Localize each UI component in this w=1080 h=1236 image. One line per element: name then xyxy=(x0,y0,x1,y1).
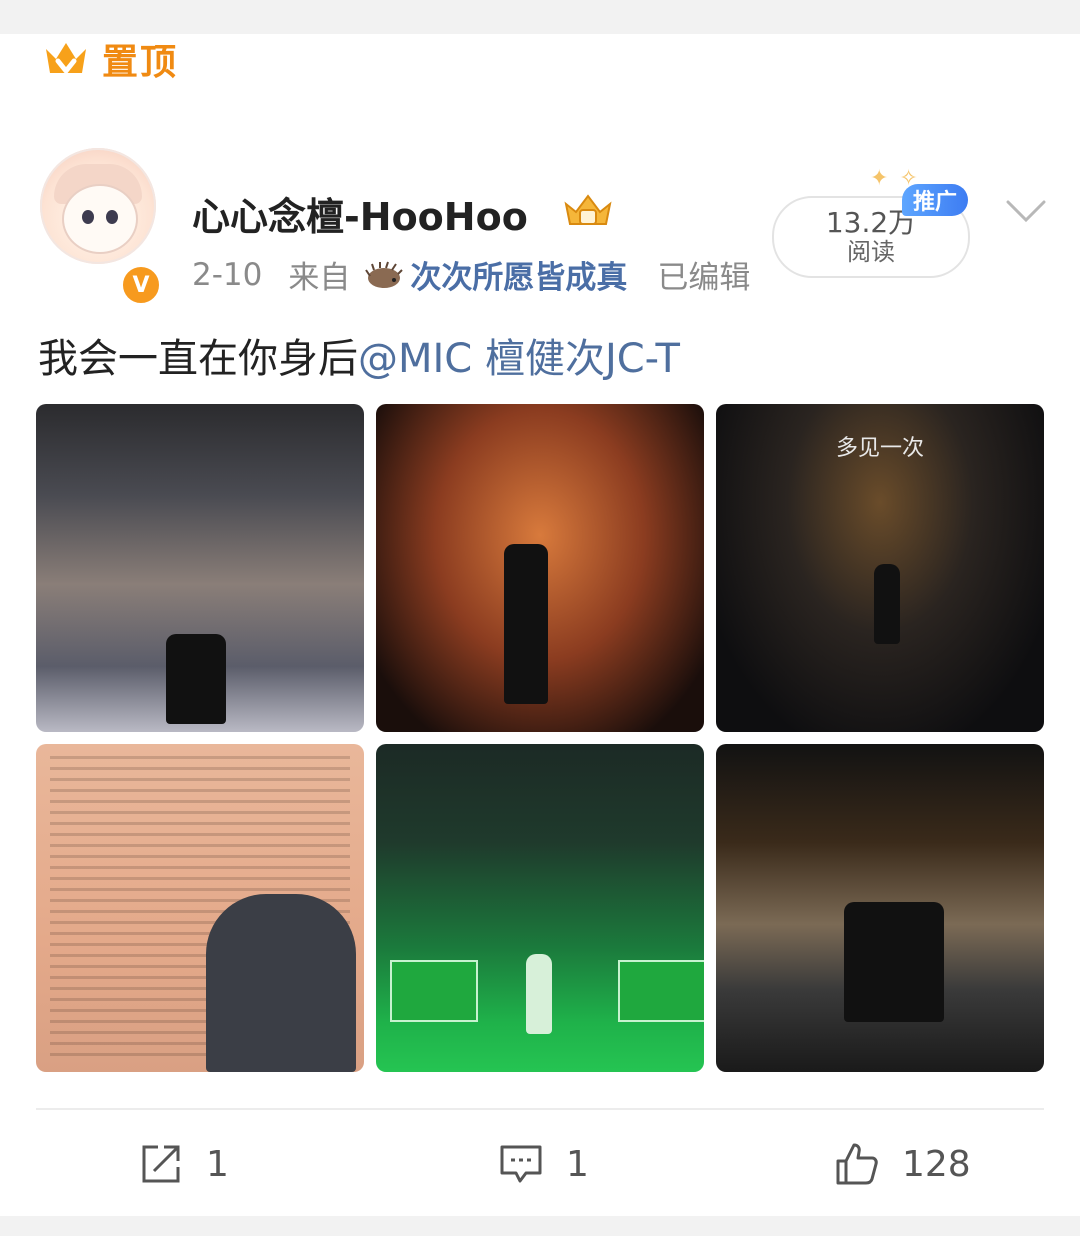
comment-icon xyxy=(500,1145,542,1183)
divider xyxy=(36,1108,1044,1110)
photo-overlay-text: 多见一次 xyxy=(835,436,924,461)
green-stage-photo[interactable] xyxy=(376,744,704,1072)
chevron-down-icon[interactable] xyxy=(1004,196,1048,226)
post-body: 我会一直在你身后 xyxy=(38,336,358,382)
read-count-label: 阅读 xyxy=(847,238,895,266)
share-icon xyxy=(142,1145,180,1183)
post-meta: 2-10 来自 次次所愿皆成真 已编辑 xyxy=(192,252,750,297)
crown-icon xyxy=(46,43,86,74)
share-count: 1 xyxy=(206,1143,229,1185)
edited-label: 已编辑 xyxy=(657,260,751,296)
post-source-link[interactable]: 次次所愿皆成真 xyxy=(410,252,627,297)
share-button[interactable]: 1 xyxy=(138,1132,229,1196)
from-label: 来自 xyxy=(288,260,351,296)
promo-badge: 推广 xyxy=(902,184,968,216)
fan-meeting-photo[interactable] xyxy=(36,404,364,732)
pinned-label: 置顶 xyxy=(102,42,179,83)
post-text: 我会一直在你身后@MIC 檀健次JC-T xyxy=(38,326,680,384)
action-bar: 1 1 128 xyxy=(0,1132,1080,1196)
concert-crowd-photo[interactable] xyxy=(376,404,704,732)
mention-link[interactable]: @MIC 檀健次JC-T xyxy=(358,336,680,382)
signature-wall-photo[interactable] xyxy=(36,744,364,1072)
vip-crown-icon[interactable] xyxy=(560,190,616,230)
image-grid: 多见一次 xyxy=(36,404,1044,1072)
verified-badge-icon: V xyxy=(120,264,162,306)
comment-button[interactable]: 1 xyxy=(498,1132,589,1196)
comment-count: 1 xyxy=(566,1143,589,1185)
hedgehog-icon xyxy=(365,261,404,288)
like-button[interactable]: 128 xyxy=(834,1132,971,1196)
concert-stage-photo[interactable]: 多见一次 xyxy=(716,404,1044,732)
like-count: 128 xyxy=(902,1143,971,1185)
post-date: 2-10 xyxy=(192,256,263,293)
username[interactable]: 心心念檀-HooHoo xyxy=(192,186,528,241)
avatar[interactable] xyxy=(40,148,156,264)
pinned-indicator: 置顶 xyxy=(42,34,178,84)
thumbs-up-icon xyxy=(836,1143,878,1185)
theater-group-photo[interactable] xyxy=(716,744,1044,1072)
